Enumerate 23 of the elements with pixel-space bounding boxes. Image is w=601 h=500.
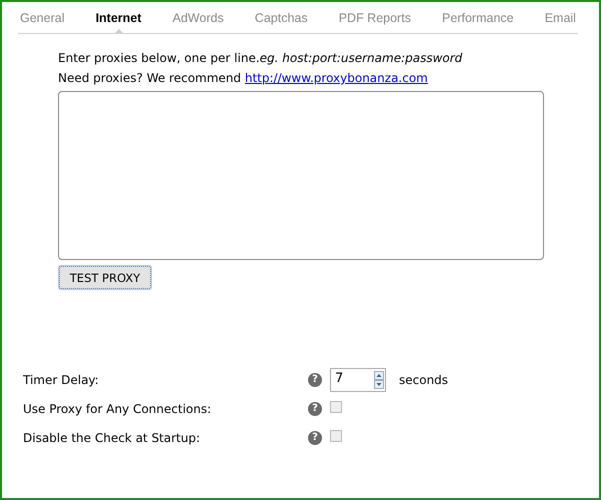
proxy-list-field[interactable] (58, 91, 544, 260)
recommend-text: Need proxies? We recommend (58, 71, 242, 85)
tab[interactable]: Captchas (254, 2, 308, 33)
tab[interactable]: Performance (442, 2, 514, 33)
unit-text: seconds (398, 372, 448, 386)
tab[interactable]: Email (544, 2, 576, 33)
setting-label: Disable the Check at Startup: (22, 430, 202, 444)
number-field[interactable]: 7 (330, 368, 386, 392)
instruction-text: Enter proxies below, one per line.eg. host:port:username:password (58, 50, 464, 67)
test-proxy-button[interactable]: TEST PROXY (59, 266, 151, 289)
help-icon[interactable]: ? (308, 372, 322, 386)
setting-label: Use Proxy for Any Connections: (22, 402, 212, 416)
spinner-arrows-icon[interactable] (373, 368, 385, 390)
checkbox[interactable] (330, 430, 342, 442)
tab[interactable]: PDF Reports (338, 2, 411, 33)
proxy-link[interactable]: http://www.proxybonanza.com (244, 71, 428, 85)
help-icon[interactable]: ? (308, 430, 322, 444)
help-icon[interactable]: ? (308, 402, 322, 416)
tab[interactable]: AdWords (172, 2, 224, 33)
tab[interactable]: General (20, 2, 64, 33)
tab[interactable]: Internet (96, 2, 142, 33)
setting-label: Timer Delay: (22, 372, 100, 386)
checkbox[interactable] (330, 401, 342, 413)
